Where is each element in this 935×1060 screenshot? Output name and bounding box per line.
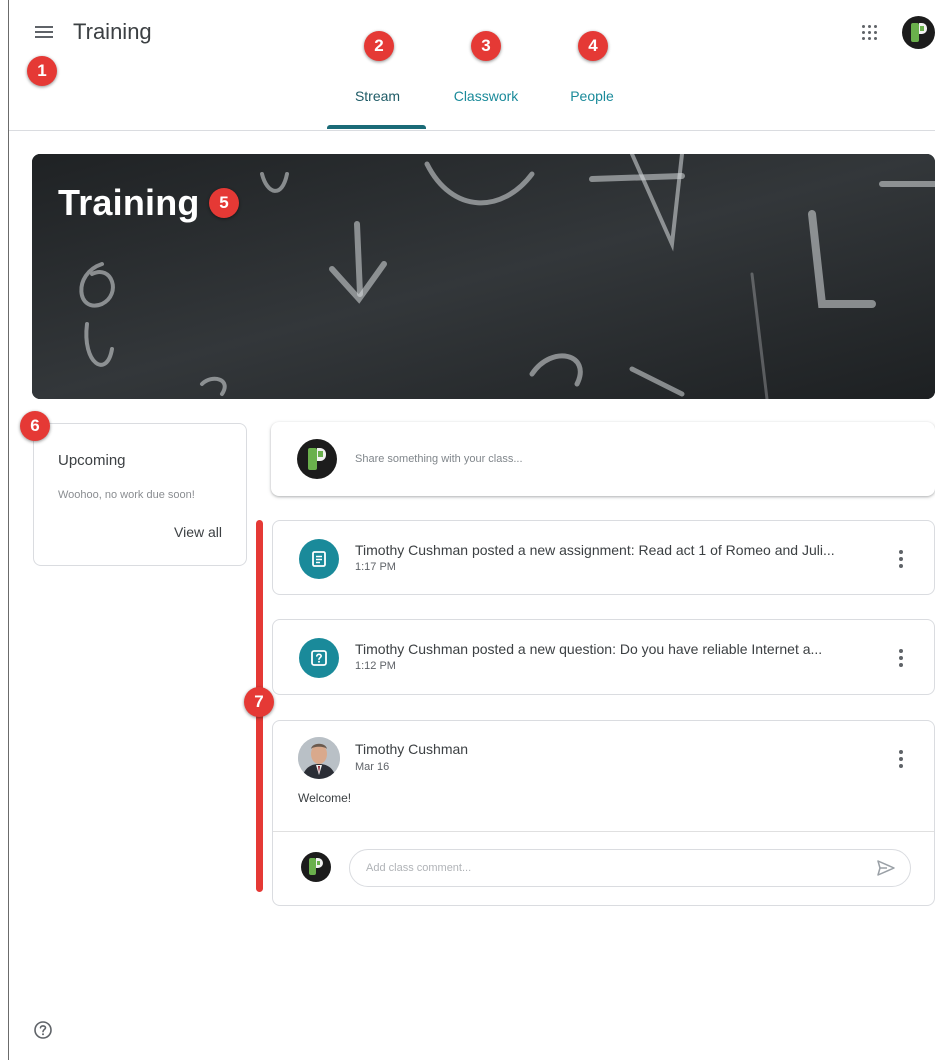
announcement-body: Welcome!	[298, 791, 352, 805]
post-title[interactable]: Timothy Cushman posted a new question: D…	[355, 641, 822, 657]
callout-badge-6: 6	[20, 411, 50, 441]
assignment-icon	[299, 539, 339, 579]
share-with-class-box[interactable]: Share something with your class...	[271, 422, 935, 496]
post-date: Mar 16	[355, 761, 390, 773]
callout-badge-2: 2	[364, 31, 394, 61]
more-vert-icon[interactable]	[898, 749, 904, 769]
post-time: 1:17 PM	[355, 561, 396, 573]
upcoming-card: Upcoming Woohoo, no work due soon! View …	[33, 423, 247, 566]
account-avatar[interactable]	[902, 16, 935, 49]
stream-announcement: Timothy Cushman Mar 16 Welcome!	[272, 720, 935, 906]
upcoming-message: Woohoo, no work due soon!	[58, 489, 195, 501]
user-avatar	[297, 439, 337, 479]
callout-badge-7: 7	[244, 687, 274, 717]
class-banner: Training	[32, 154, 935, 399]
class-comment-input[interactable]	[349, 849, 911, 887]
stream-post-question[interactable]: Timothy Cushman posted a new question: D…	[272, 619, 935, 695]
share-placeholder: Share something with your class...	[355, 453, 523, 465]
callout-badge-5: 5	[209, 188, 239, 218]
hamburger-menu-icon[interactable]	[35, 24, 55, 40]
tab-classwork[interactable]: Classwork	[439, 88, 533, 104]
banner-class-title: Training	[58, 182, 200, 223]
tab-people[interactable]: People	[554, 88, 630, 104]
upcoming-title: Upcoming	[58, 452, 126, 469]
send-icon[interactable]	[877, 860, 895, 876]
callout-badge-1: 1	[27, 56, 57, 86]
callout-badge-3: 3	[471, 31, 501, 61]
comment-divider	[273, 831, 934, 832]
post-time: 1:12 PM	[355, 660, 396, 672]
more-vert-icon[interactable]	[898, 648, 904, 668]
user-avatar	[301, 852, 331, 882]
window-left-border	[8, 0, 9, 1060]
help-icon[interactable]	[33, 1020, 53, 1040]
class-title[interactable]: Training	[73, 19, 152, 45]
teacher-avatar	[298, 737, 340, 779]
callout-badge-4: 4	[578, 31, 608, 61]
author-name: Timothy Cushman	[355, 741, 469, 757]
stream-post-assignment[interactable]: Timothy Cushman posted a new assignment:…	[272, 520, 935, 595]
question-icon	[299, 638, 339, 678]
view-all-link[interactable]: View all	[174, 524, 222, 540]
tab-stream[interactable]: Stream	[329, 88, 426, 104]
google-apps-grid-icon[interactable]	[861, 24, 879, 42]
post-title[interactable]: Timothy Cushman posted a new assignment:…	[355, 542, 835, 558]
top-header: Training Stream Classwork People	[9, 0, 935, 131]
active-tab-indicator	[327, 125, 426, 129]
more-vert-icon[interactable]	[898, 549, 904, 569]
